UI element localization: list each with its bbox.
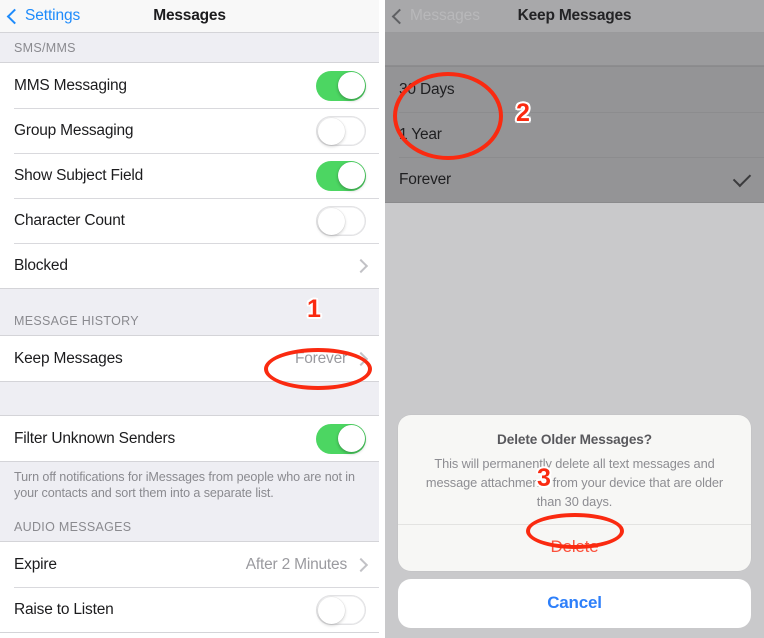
row-group-messaging[interactable]: Group Messaging bbox=[0, 108, 379, 153]
section-gap bbox=[0, 382, 379, 416]
chevron-right-icon bbox=[353, 351, 369, 366]
back-label: Settings bbox=[25, 7, 81, 24]
toggle-group-messaging[interactable] bbox=[316, 115, 366, 146]
checkmark-icon bbox=[732, 168, 752, 187]
back-to-messages-button[interactable]: Messages bbox=[385, 7, 480, 25]
chevron-left-icon bbox=[391, 8, 408, 24]
row-raise-to-listen[interactable]: Raise to Listen bbox=[0, 587, 379, 632]
group-sms-mms: MMS Messaging Group Messaging Show Subje… bbox=[0, 62, 379, 289]
option-label: 30 Days bbox=[399, 80, 455, 98]
row-value-keep-messages: Forever bbox=[294, 349, 347, 367]
row-show-subject-field[interactable]: Show Subject Field bbox=[0, 153, 379, 198]
row-character-count[interactable]: Character Count bbox=[0, 198, 379, 243]
chevron-right-icon bbox=[353, 258, 369, 273]
delete-older-messages-alert: Delete Older Messages? This will permane… bbox=[398, 415, 751, 628]
option-30-days[interactable]: 30 Days bbox=[385, 67, 764, 112]
keep-messages-pane: Messages Keep Messages 30 Days 1 Year Fo… bbox=[385, 0, 764, 638]
left-navbar: Settings Messages bbox=[0, 0, 379, 33]
list-top-spacer bbox=[385, 33, 764, 66]
alert-message: This will permanently delete all text me… bbox=[425, 456, 724, 509]
row-label: Character Count bbox=[14, 211, 125, 229]
row-blocked[interactable]: Blocked bbox=[0, 243, 379, 288]
cancel-button[interactable]: Cancel bbox=[398, 579, 751, 628]
row-label: Group Messaging bbox=[14, 121, 134, 139]
messages-settings-pane: Settings Messages SMS/MMS MMS Messaging … bbox=[0, 0, 379, 638]
row-filter-unknown-senders[interactable]: Filter Unknown Senders bbox=[0, 416, 379, 461]
row-mms-messaging[interactable]: MMS Messaging bbox=[0, 63, 379, 108]
toggle-mms-messaging[interactable] bbox=[316, 70, 366, 101]
alert-title: Delete Older Messages? bbox=[497, 432, 652, 447]
toggle-filter-unknown-senders[interactable] bbox=[316, 423, 366, 454]
footer-note-filter-unknown-senders: Turn off notifications for iMessages fro… bbox=[0, 462, 379, 510]
group-message-history: Keep Messages Forever bbox=[0, 335, 379, 382]
alert-card: Delete Older Messages? This will permane… bbox=[398, 415, 751, 571]
row-expire[interactable]: Expire After 2 Minutes bbox=[0, 542, 379, 587]
toggle-raise-to-listen[interactable] bbox=[316, 594, 366, 625]
option-forever[interactable]: Forever bbox=[385, 157, 764, 202]
toggle-knob bbox=[317, 208, 345, 235]
option-1-year[interactable]: 1 Year bbox=[385, 112, 764, 157]
chevron-left-icon bbox=[6, 8, 23, 24]
group-audio-messages: Expire After 2 Minutes Raise to Listen bbox=[0, 541, 379, 633]
keep-messages-options-group: 30 Days 1 Year Forever bbox=[385, 66, 764, 203]
toggle-knob bbox=[317, 118, 345, 145]
row-label: MMS Messaging bbox=[14, 76, 127, 94]
option-label: 1 Year bbox=[399, 125, 442, 143]
section-header-audio-messages: AUDIO MESSAGES bbox=[0, 510, 379, 541]
toggle-knob bbox=[337, 162, 365, 189]
section-header-sms-mms: SMS/MMS bbox=[0, 33, 379, 62]
back-to-settings-button[interactable]: Settings bbox=[0, 7, 80, 25]
back-label: Messages bbox=[410, 7, 480, 24]
chevron-right-icon bbox=[353, 557, 369, 572]
toggle-knob bbox=[317, 597, 345, 624]
row-label: Expire bbox=[14, 555, 57, 573]
row-label: Blocked bbox=[14, 256, 68, 274]
row-keep-messages[interactable]: Keep Messages Forever bbox=[0, 336, 379, 381]
row-label: Keep Messages bbox=[14, 349, 123, 367]
toggle-knob bbox=[337, 425, 365, 452]
toggle-show-subject-field[interactable] bbox=[316, 160, 366, 191]
group-filter-unknown-senders: Filter Unknown Senders bbox=[0, 416, 379, 462]
section-header-message-history: MESSAGE HISTORY bbox=[0, 289, 379, 335]
dual-screenshot-container: Settings Messages SMS/MMS MMS Messaging … bbox=[0, 0, 764, 638]
right-navbar: Messages Keep Messages bbox=[385, 0, 764, 33]
row-value-expire: After 2 Minutes bbox=[245, 555, 347, 573]
row-label: Filter Unknown Senders bbox=[14, 429, 176, 447]
row-label: Show Subject Field bbox=[14, 166, 144, 184]
toggle-knob bbox=[337, 72, 365, 99]
row-label: Raise to Listen bbox=[14, 600, 114, 618]
delete-button[interactable]: Delete bbox=[398, 525, 751, 571]
toggle-character-count[interactable] bbox=[316, 205, 366, 236]
option-label: Forever bbox=[399, 170, 452, 188]
